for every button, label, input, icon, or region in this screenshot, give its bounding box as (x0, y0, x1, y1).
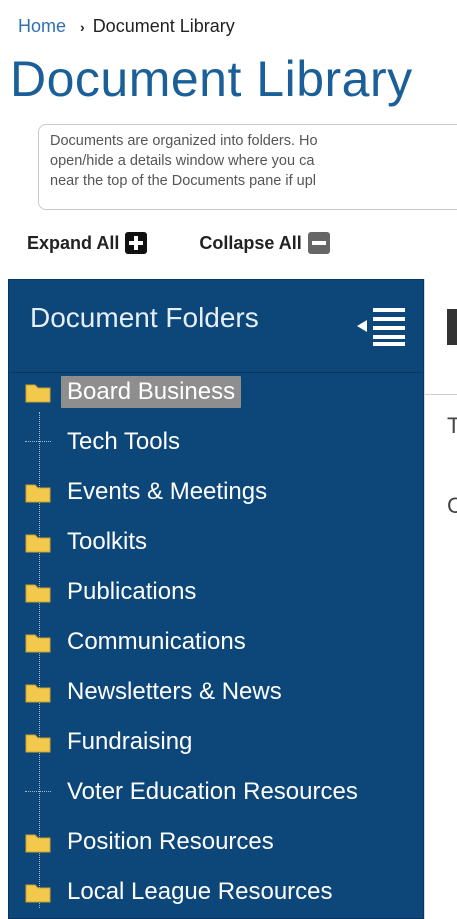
expand-all-label: Expand All (27, 232, 120, 253)
page-title: Document Library (10, 51, 413, 107)
tree-item-newsletters-news[interactable]: Newsletters & News (25, 672, 282, 712)
folder-icon (25, 384, 51, 403)
panel-header: Document Folders (9, 280, 423, 373)
folder-icon (25, 484, 51, 503)
tree-item-position-resources[interactable]: Position Resources (25, 822, 274, 862)
tree-item-label: Voter Education Resources (67, 778, 358, 805)
folder-icon (25, 734, 51, 753)
tree-leaf-line (25, 790, 51, 794)
expand-collapse-toolbar: Expand All Collapse All (27, 232, 330, 254)
folder-icon (25, 534, 51, 553)
plus-square-icon (125, 232, 148, 254)
expand-all-button[interactable]: Expand All (27, 232, 148, 254)
documents-pane-heading-fragment (447, 309, 457, 345)
documents-pane: T C (424, 279, 457, 919)
tree-leaf-line (25, 440, 51, 444)
collapse-panel-menu-icon[interactable] (355, 306, 407, 346)
tree-item-fundraising[interactable]: Fundraising (25, 722, 192, 762)
folder-icon (25, 684, 51, 703)
document-folders-panel: Document Folders Board Business Tech Too… (8, 279, 424, 919)
tree-item-label: Position Resources (67, 828, 274, 855)
collapse-all-button[interactable]: Collapse All (199, 232, 330, 254)
tree-item-label: Tech Tools (67, 428, 180, 455)
breadcrumb-separator: › (80, 18, 85, 35)
documents-pane-text-fragment: C (447, 493, 457, 518)
folder-icon (25, 584, 51, 603)
tree-item-label: Communications (67, 628, 246, 655)
tree-item-local-league-resources[interactable]: Local League Resources (25, 872, 333, 912)
tree-item-communications[interactable]: Communications (25, 622, 246, 662)
breadcrumb-home-link[interactable]: Home (18, 16, 66, 37)
info-line: Documents are organized into folders. Ho (50, 133, 318, 149)
info-line: open/hide a details window where you ca (50, 153, 315, 169)
info-line: near the top of the Documents pane if up… (50, 173, 317, 189)
folder-icon (25, 634, 51, 653)
tree-item-tech-tools[interactable]: Tech Tools (25, 422, 180, 462)
panel-title: Document Folders (30, 302, 259, 333)
tree-item-voter-education-resources[interactable]: Voter Education Resources (25, 772, 358, 812)
tree-item-toolkits[interactable]: Toolkits (25, 522, 147, 562)
tree-item-label: Events & Meetings (67, 478, 268, 505)
tree-item-publications[interactable]: Publications (25, 572, 196, 612)
tree-item-label: Publications (67, 578, 197, 605)
tree-item-label: Fundraising (67, 728, 193, 755)
breadcrumb: Home › Document Library (18, 16, 235, 37)
tree-item-label: Newsletters & News (67, 678, 282, 705)
tree-item-events-meetings[interactable]: Events & Meetings (25, 472, 267, 512)
collapse-all-label: Collapse All (199, 232, 302, 253)
folder-icon (25, 884, 51, 903)
tree-item-label: Board Business (61, 376, 242, 408)
minus-square-icon (307, 232, 330, 254)
documents-pane-text-fragment: T (447, 413, 457, 438)
breadcrumb-current: Document Library (92, 16, 235, 36)
tree-item-label: Toolkits (67, 528, 148, 555)
folder-icon (25, 834, 51, 853)
info-box: Documents are organized into folders. Ho… (38, 124, 457, 210)
tree-item-label: Local League Resources (67, 878, 333, 905)
tree-item-board-business[interactable]: Board Business (25, 372, 242, 412)
divider (425, 394, 457, 395)
